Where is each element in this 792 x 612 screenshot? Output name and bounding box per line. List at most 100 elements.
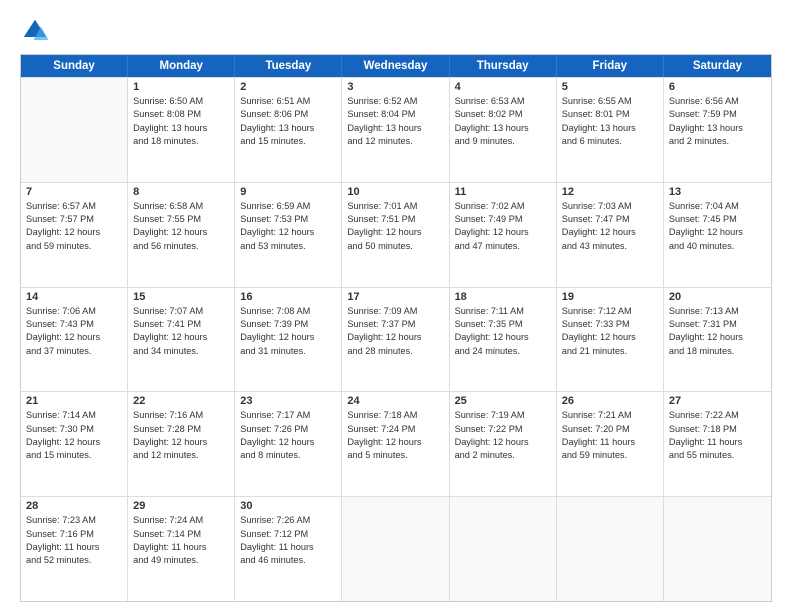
day-info: Sunrise: 6:50 AM Sunset: 8:08 PM Dayligh… (133, 95, 229, 148)
calendar-cell: 17 Sunrise: 7:09 AM Sunset: 7:37 PM Dayli… (342, 288, 449, 392)
calendar-row-2: 14 Sunrise: 7:06 AM Sunset: 7:43 PM Dayli… (21, 287, 771, 392)
day-number: 14 (26, 291, 122, 303)
calendar-cell: 24 Sunrise: 7:18 AM Sunset: 7:24 PM Dayli… (342, 392, 449, 496)
day-info: Sunrise: 7:16 AM Sunset: 7:28 PM Dayligh… (133, 409, 229, 462)
day-number: 21 (26, 395, 122, 407)
calendar-cell (21, 78, 128, 182)
day-info: Sunrise: 7:12 AM Sunset: 7:33 PM Dayligh… (562, 305, 658, 358)
calendar-row-3: 21 Sunrise: 7:14 AM Sunset: 7:30 PM Dayli… (21, 391, 771, 496)
day-info: Sunrise: 7:02 AM Sunset: 7:49 PM Dayligh… (455, 200, 551, 253)
page: SundayMondayTuesdayWednesdayThursdayFrid… (0, 0, 792, 612)
day-info: Sunrise: 7:09 AM Sunset: 7:37 PM Dayligh… (347, 305, 443, 358)
day-number: 12 (562, 186, 658, 198)
calendar-cell: 12 Sunrise: 7:03 AM Sunset: 7:47 PM Dayli… (557, 183, 664, 287)
header-day-saturday: Saturday (664, 55, 771, 77)
header-day-tuesday: Tuesday (235, 55, 342, 77)
day-number: 23 (240, 395, 336, 407)
calendar-cell: 3 Sunrise: 6:52 AM Sunset: 8:04 PM Daylig… (342, 78, 449, 182)
day-info: Sunrise: 7:04 AM Sunset: 7:45 PM Dayligh… (669, 200, 766, 253)
header-day-monday: Monday (128, 55, 235, 77)
day-number: 3 (347, 81, 443, 93)
day-info: Sunrise: 7:11 AM Sunset: 7:35 PM Dayligh… (455, 305, 551, 358)
day-number: 8 (133, 186, 229, 198)
header-day-thursday: Thursday (450, 55, 557, 77)
day-info: Sunrise: 7:17 AM Sunset: 7:26 PM Dayligh… (240, 409, 336, 462)
day-info: Sunrise: 7:06 AM Sunset: 7:43 PM Dayligh… (26, 305, 122, 358)
calendar-row-1: 7Sunrise: 6:57 AM Sunset: 7:57 PM Daylig… (21, 182, 771, 287)
day-info: Sunrise: 7:26 AM Sunset: 7:12 PM Dayligh… (240, 514, 336, 567)
calendar-cell (450, 497, 557, 601)
calendar-cell: 19 Sunrise: 7:12 AM Sunset: 7:33 PM Dayli… (557, 288, 664, 392)
day-number: 18 (455, 291, 551, 303)
day-number: 20 (669, 291, 766, 303)
day-info: Sunrise: 7:18 AM Sunset: 7:24 PM Dayligh… (347, 409, 443, 462)
day-number: 2 (240, 81, 336, 93)
day-number: 6 (669, 81, 766, 93)
calendar-cell: 16 Sunrise: 7:08 AM Sunset: 7:39 PM Dayli… (235, 288, 342, 392)
day-number: 7 (26, 186, 122, 198)
calendar-cell: 10Sunrise: 7:01 AM Sunset: 7:51 PM Dayli… (342, 183, 449, 287)
day-info: Sunrise: 7:21 AM Sunset: 7:20 PM Dayligh… (562, 409, 658, 462)
calendar-row-4: 28Sunrise: 7:23 AM Sunset: 7:16 PM Dayli… (21, 496, 771, 601)
day-info: Sunrise: 6:53 AM Sunset: 8:02 PM Dayligh… (455, 95, 551, 148)
day-info: Sunrise: 7:19 AM Sunset: 7:22 PM Dayligh… (455, 409, 551, 462)
day-info: Sunrise: 6:59 AM Sunset: 7:53 PM Dayligh… (240, 200, 336, 253)
logo-icon (20, 16, 50, 46)
logo (20, 16, 54, 46)
day-info: Sunrise: 7:08 AM Sunset: 7:39 PM Dayligh… (240, 305, 336, 358)
header-day-sunday: Sunday (21, 55, 128, 77)
calendar-cell (557, 497, 664, 601)
calendar-cell (664, 497, 771, 601)
calendar-cell: 18 Sunrise: 7:11 AM Sunset: 7:35 PM Dayli… (450, 288, 557, 392)
day-number: 15 (133, 291, 229, 303)
calendar-cell: 30 Sunrise: 7:26 AM Sunset: 7:12 PM Dayli… (235, 497, 342, 601)
calendar-cell: 8 Sunrise: 6:58 AM Sunset: 7:55 PM Daylig… (128, 183, 235, 287)
calendar-cell: 23 Sunrise: 7:17 AM Sunset: 7:26 PM Dayli… (235, 392, 342, 496)
calendar-cell: 9Sunrise: 6:59 AM Sunset: 7:53 PM Daylig… (235, 183, 342, 287)
day-number: 30 (240, 500, 336, 512)
day-info: Sunrise: 7:24 AM Sunset: 7:14 PM Dayligh… (133, 514, 229, 567)
calendar-cell: 21 Sunrise: 7:14 AM Sunset: 7:30 PM Dayli… (21, 392, 128, 496)
calendar: SundayMondayTuesdayWednesdayThursdayFrid… (20, 54, 772, 602)
day-info: Sunrise: 6:52 AM Sunset: 8:04 PM Dayligh… (347, 95, 443, 148)
header-day-friday: Friday (557, 55, 664, 77)
day-info: Sunrise: 7:01 AM Sunset: 7:51 PM Dayligh… (347, 200, 443, 253)
day-number: 19 (562, 291, 658, 303)
calendar-cell: 4 Sunrise: 6:53 AM Sunset: 8:02 PM Daylig… (450, 78, 557, 182)
day-info: Sunrise: 7:03 AM Sunset: 7:47 PM Dayligh… (562, 200, 658, 253)
calendar-cell: 26 Sunrise: 7:21 AM Sunset: 7:20 PM Dayli… (557, 392, 664, 496)
day-number: 4 (455, 81, 551, 93)
day-number: 29 (133, 500, 229, 512)
day-info: Sunrise: 7:14 AM Sunset: 7:30 PM Dayligh… (26, 409, 122, 462)
day-info: Sunrise: 6:58 AM Sunset: 7:55 PM Dayligh… (133, 200, 229, 253)
calendar-cell (342, 497, 449, 601)
calendar-cell: 27 Sunrise: 7:22 AM Sunset: 7:18 PM Dayli… (664, 392, 771, 496)
day-number: 24 (347, 395, 443, 407)
calendar-body: 1Sunrise: 6:50 AM Sunset: 8:08 PM Daylig… (21, 77, 771, 601)
calendar-cell: 11 Sunrise: 7:02 AM Sunset: 7:49 PM Dayli… (450, 183, 557, 287)
day-number: 13 (669, 186, 766, 198)
calendar-cell: 28Sunrise: 7:23 AM Sunset: 7:16 PM Dayli… (21, 497, 128, 601)
day-number: 27 (669, 395, 766, 407)
day-number: 26 (562, 395, 658, 407)
calendar-cell: 1Sunrise: 6:50 AM Sunset: 8:08 PM Daylig… (128, 78, 235, 182)
day-info: Sunrise: 7:13 AM Sunset: 7:31 PM Dayligh… (669, 305, 766, 358)
day-info: Sunrise: 7:23 AM Sunset: 7:16 PM Dayligh… (26, 514, 122, 567)
day-number: 25 (455, 395, 551, 407)
day-info: Sunrise: 6:51 AM Sunset: 8:06 PM Dayligh… (240, 95, 336, 148)
calendar-cell: 22Sunrise: 7:16 AM Sunset: 7:28 PM Dayli… (128, 392, 235, 496)
day-info: Sunrise: 6:56 AM Sunset: 7:59 PM Dayligh… (669, 95, 766, 148)
day-number: 11 (455, 186, 551, 198)
calendar-cell: 13 Sunrise: 7:04 AM Sunset: 7:45 PM Dayli… (664, 183, 771, 287)
calendar-cell: 14 Sunrise: 7:06 AM Sunset: 7:43 PM Dayli… (21, 288, 128, 392)
day-info: Sunrise: 7:07 AM Sunset: 7:41 PM Dayligh… (133, 305, 229, 358)
calendar-cell: 5Sunrise: 6:55 AM Sunset: 8:01 PM Daylig… (557, 78, 664, 182)
day-number: 16 (240, 291, 336, 303)
header (20, 16, 772, 46)
day-info: Sunrise: 7:22 AM Sunset: 7:18 PM Dayligh… (669, 409, 766, 462)
calendar-header: SundayMondayTuesdayWednesdayThursdayFrid… (21, 55, 771, 77)
calendar-cell: 25 Sunrise: 7:19 AM Sunset: 7:22 PM Dayli… (450, 392, 557, 496)
calendar-cell: 20 Sunrise: 7:13 AM Sunset: 7:31 PM Dayli… (664, 288, 771, 392)
day-number: 17 (347, 291, 443, 303)
calendar-row-0: 1Sunrise: 6:50 AM Sunset: 8:08 PM Daylig… (21, 77, 771, 182)
